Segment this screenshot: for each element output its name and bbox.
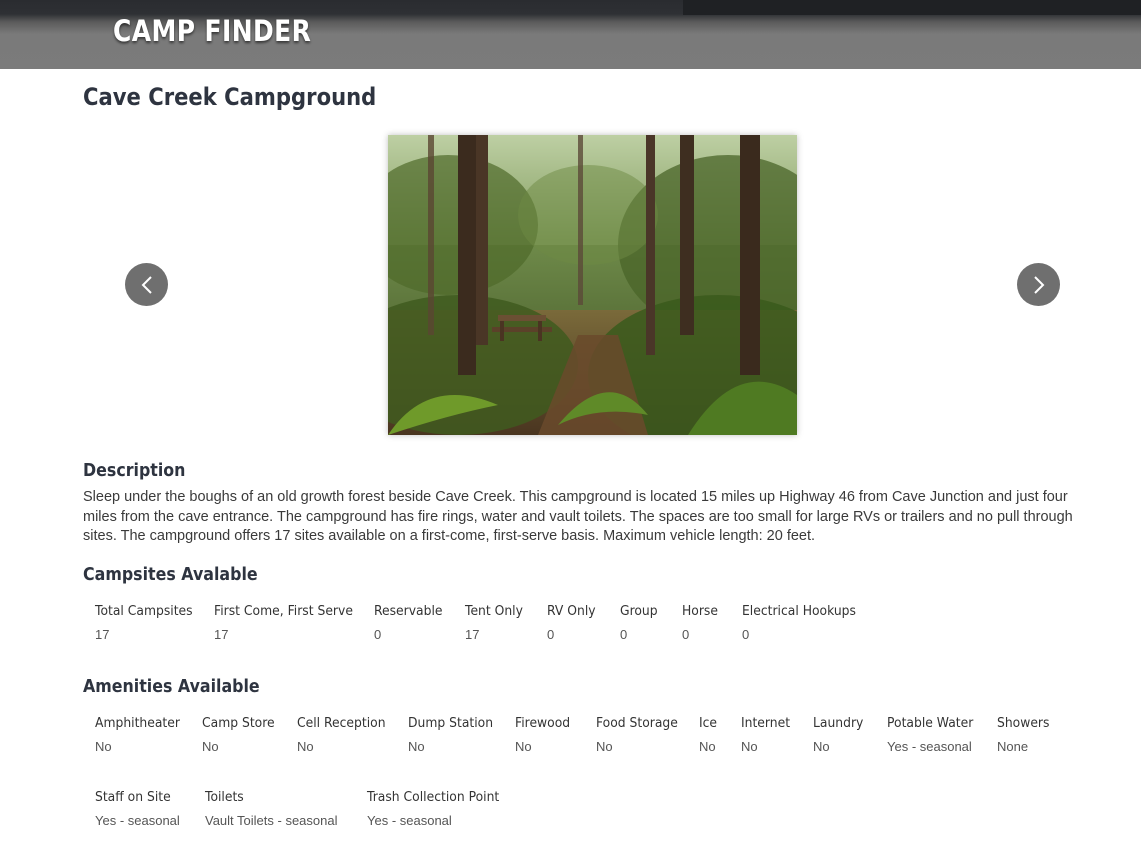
amenity-value: Yes - seasonal (367, 813, 452, 828)
amenity-label: Potable Water (887, 716, 974, 731)
amenities-heading: Amenities Available (83, 676, 260, 697)
amenity-item: Camp Store No (202, 716, 297, 754)
amenity-label: Cell Reception (297, 716, 386, 731)
site-logo[interactable]: CAMP FINDER (113, 14, 311, 48)
header-stripe (683, 0, 1141, 15)
campsites-grid: Total Campsites 17 First Come, First Ser… (95, 604, 872, 642)
amenity-label: Laundry (813, 716, 864, 731)
campsite-stat: RV Only 0 (547, 604, 620, 642)
campsite-stat-value: 0 (620, 627, 628, 642)
amenities-grid-row-2: Staff on Site Yes - seasonal Toilets Vau… (95, 790, 527, 828)
description-heading: Description (83, 460, 186, 481)
campsite-stat-label: Tent Only (465, 604, 523, 619)
amenity-value: Yes - seasonal (95, 813, 180, 828)
gallery-next-button[interactable] (1017, 263, 1060, 306)
campsite-stat: Tent Only 17 (465, 604, 547, 642)
amenity-value: No (515, 739, 532, 754)
campground-photo (388, 135, 797, 435)
amenity-item: Staff on Site Yes - seasonal (95, 790, 205, 828)
campsite-stat: Reservable 0 (374, 604, 465, 642)
amenity-item: Dump Station No (408, 716, 515, 754)
amenity-item: Showers None (997, 716, 1067, 754)
amenity-item: Food Storage No (596, 716, 699, 754)
amenity-value: No (813, 739, 830, 754)
campsite-stat-value: 17 (465, 627, 480, 642)
amenity-item: Potable Water Yes - seasonal (887, 716, 997, 754)
amenity-item: Trash Collection Point Yes - seasonal (367, 790, 527, 828)
campsite-stat-value: 0 (374, 627, 382, 642)
campsite-stat-label: Total Campsites (95, 604, 193, 619)
amenity-item: Laundry No (813, 716, 887, 754)
amenity-value: None (997, 739, 1029, 754)
campsite-stat: Total Campsites 17 (95, 604, 214, 642)
amenities-grid: Amphitheater No Camp Store No Cell Recep… (95, 716, 1067, 754)
site-header: CAMP FINDER (0, 0, 1141, 69)
amenity-item: Cell Reception No (297, 716, 408, 754)
amenity-value: Yes - seasonal (887, 739, 972, 754)
campsite-stat-value: 0 (742, 627, 750, 642)
campsite-stat: Group 0 (620, 604, 682, 642)
amenity-value: No (202, 739, 219, 754)
campsite-stat-value: 0 (547, 627, 555, 642)
amenity-label: Firewood (515, 716, 571, 731)
amenity-value: No (95, 739, 112, 754)
amenity-item: Amphitheater No (95, 716, 202, 754)
amenity-item: Firewood No (515, 716, 596, 754)
amenity-label: Staff on Site (95, 790, 171, 805)
campsite-stat-label: Reservable (374, 604, 443, 619)
amenity-label: Showers (997, 716, 1050, 731)
description-text: Sleep under the boughs of an old growth … (83, 489, 1073, 544)
campsite-stat-label: Group (620, 604, 658, 619)
campsite-stat: First Come, First Serve 17 (214, 604, 374, 642)
amenity-value: Vault Toilets - seasonal (205, 813, 338, 828)
campsite-stat-label: First Come, First Serve (214, 604, 353, 619)
campsite-stat-value: 0 (682, 627, 690, 642)
amenity-item: Toilets Vault Toilets - seasonal (205, 790, 367, 828)
chevron-left-icon (141, 275, 152, 294)
amenity-value: No (741, 739, 758, 754)
amenity-label: Amphitheater (95, 716, 180, 731)
gallery-prev-button[interactable] (125, 263, 168, 306)
campsite-stat-value: 17 (214, 627, 229, 642)
amenity-label: Ice (699, 716, 718, 731)
campsite-stat-label: Horse (682, 604, 718, 619)
amenity-label: Internet (741, 716, 791, 731)
campsite-stat: Electrical Hookups 0 (742, 604, 872, 642)
campsite-stat: Horse 0 (682, 604, 742, 642)
amenity-label: Camp Store (202, 716, 275, 731)
page-title: Cave Creek Campground (83, 83, 377, 111)
campsite-stat-label: RV Only (547, 604, 596, 619)
amenity-item: Ice No (699, 716, 741, 754)
amenity-label: Food Storage (596, 716, 678, 731)
campsite-stat-value: 17 (95, 627, 110, 642)
amenity-label: Dump Station (408, 716, 494, 731)
chevron-right-icon (1033, 275, 1044, 294)
amenity-item: Internet No (741, 716, 813, 754)
amenity-value: No (699, 739, 716, 754)
amenity-value: No (596, 739, 613, 754)
amenity-label: Trash Collection Point (367, 790, 500, 805)
amenity-value: No (297, 739, 314, 754)
campsites-heading: Campsites Avalable (83, 564, 258, 585)
campsite-stat-label: Electrical Hookups (742, 604, 856, 619)
amenity-value: No (408, 739, 425, 754)
amenity-label: Toilets (205, 790, 244, 805)
